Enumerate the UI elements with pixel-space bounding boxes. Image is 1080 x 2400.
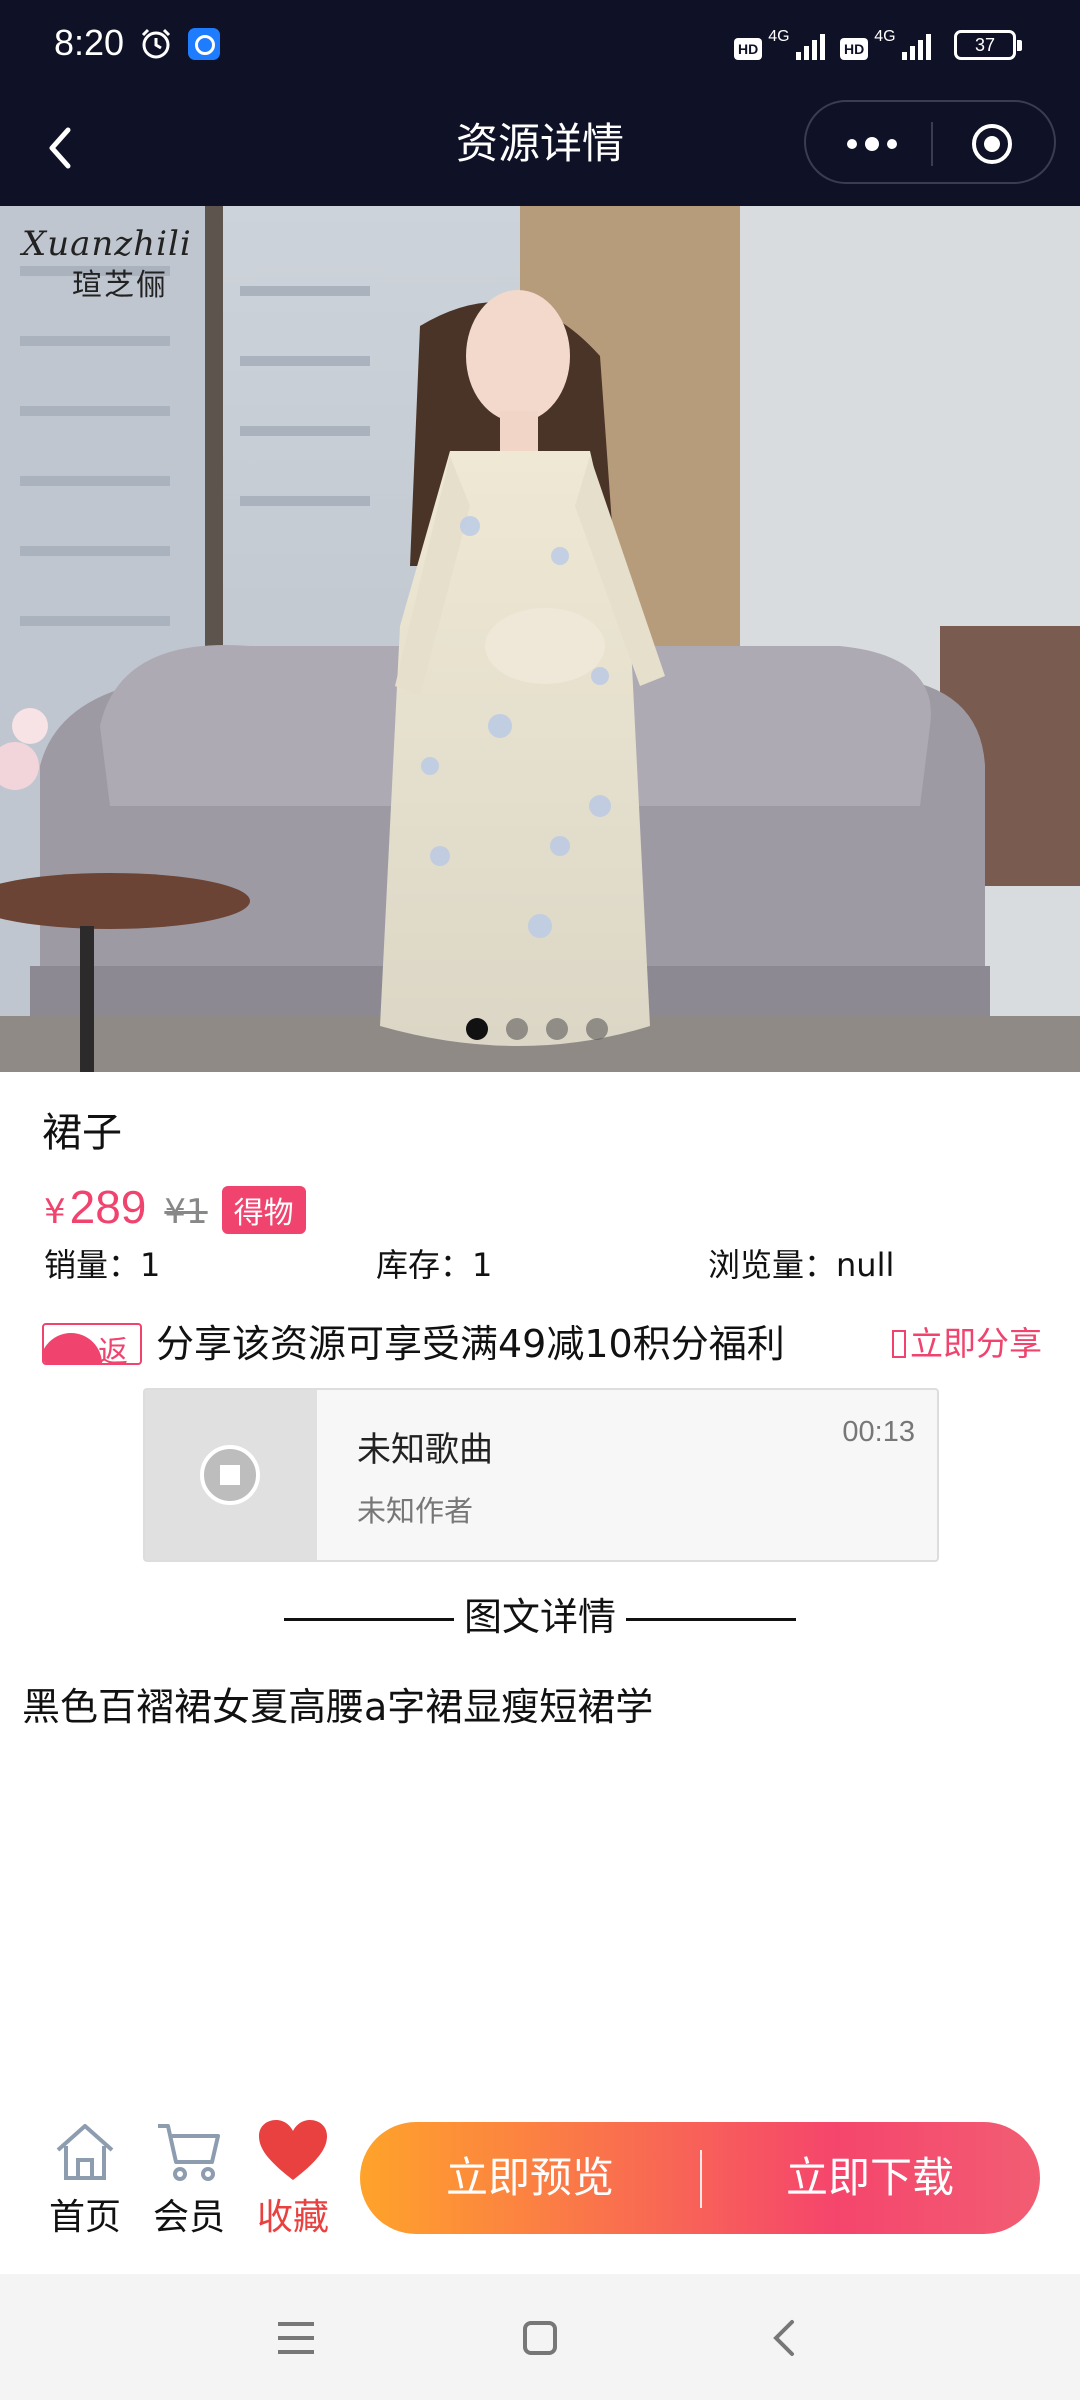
stop-icon[interactable] [200,1445,260,1505]
network-type: 4G [768,28,790,45]
menu-icon[interactable] [276,2320,316,2356]
rebate-badge-label: 返 [98,1335,128,1365]
signal-bars-icon [795,30,825,60]
heart-icon [259,2120,327,2180]
favorite-tab[interactable]: 收藏 [248,2118,338,2240]
hd-badge: HD [840,38,869,60]
brand-chinese-text: 瑄芝俪 [72,268,168,303]
divider [283,1618,454,1621]
close-miniprogram-icon[interactable] [970,122,1014,166]
home-square-icon[interactable] [522,2320,558,2356]
product-title: 裙子 [42,1110,122,1156]
hd-badge: HD [734,38,763,60]
alarm-icon [141,28,171,59]
bottom-action-bar: 首页 会员 收藏 立即预览 立即下载 [18,2102,1040,2274]
stock-count: 库存：1 [376,1246,493,1284]
home-label: 首页 [48,2197,121,2238]
back-triangle-icon[interactable] [768,2318,798,2358]
detail-heading-text: 图文详情 [463,1595,616,1639]
home-icon [56,2124,114,2180]
carousel-dot[interactable] [506,1018,528,1040]
price: 289 [69,1181,147,1233]
home-tab[interactable]: 首页 [40,2118,130,2240]
carousel-indicator [466,1018,608,1040]
audio-cover [145,1390,317,1560]
brand-script-text: Xuanzhili [22,224,192,264]
share-icon [892,1330,906,1358]
battery-icon: 37 [954,30,1022,60]
system-nav-bar [0,2274,1080,2400]
app-notification-icon [188,28,220,60]
carousel-dot[interactable] [586,1018,608,1040]
song-duration: 00:13 [842,1416,915,1448]
status-time: 8:20 [54,22,125,63]
detail-section-heading: 图文详情 [0,1592,1080,1642]
song-title: 未知歌曲 [357,1430,493,1470]
cart-icon [158,2124,220,2181]
source-tag: 得物 [221,1186,306,1234]
audio-player: 未知歌曲 未知作者 00:13 [143,1388,939,1562]
song-author: 未知作者 [357,1494,474,1528]
share-promo-text: 分享该资源可享受满49减10积分福利 [156,1322,785,1366]
cta-button-group: 立即预览 立即下载 [360,2122,1040,2234]
status-bar: 8:20 HD 4G HD 4G 37 [0,0,1080,92]
signal-sim2: HD 4G [840,28,931,60]
nav-bar: 资源详情 [0,92,1080,206]
product-image-carousel[interactable]: Xuanzhili 瑄芝俪 [0,206,1080,1072]
network-type: 4G [874,28,896,45]
top-bar: 8:20 HD 4G HD 4G 37 资源详情 [0,0,1080,206]
member-tab[interactable]: 会员 [144,2118,234,2240]
share-now-label: 立即分享 [910,1324,1042,1363]
signal-sim1: HD 4G [734,28,825,60]
sales-count: 销量：1 [44,1246,161,1284]
product-description: 黑色百褶裙女夏高腰a字裙显瘦短裙学 [22,1685,654,1729]
currency-symbol: ¥ [44,1192,66,1232]
product-photo [0,206,1080,1072]
price-row: ¥ 289 ¥1 得物 [44,1180,306,1240]
view-count: 浏览量：null [708,1246,895,1284]
carousel-dot[interactable] [546,1018,568,1040]
divider [626,1618,796,1621]
member-label: 会员 [152,2197,225,2238]
rebate-badge: 返 [42,1323,142,1365]
share-promo: 返 分享该资源可享受满49减10积分福利 立即分享 [42,1318,1042,1370]
signal-bars-icon [901,30,931,60]
download-button[interactable]: 立即下载 [700,2122,1040,2234]
share-now-button[interactable]: 立即分享 [892,1322,1042,1366]
favorite-label: 收藏 [256,2197,329,2238]
brand-watermark: Xuanzhili 瑄芝俪 [22,224,192,304]
mini-program-capsule [804,100,1056,184]
original-price: ¥1 [164,1192,208,1232]
carousel-dot[interactable] [466,1018,488,1040]
more-icon[interactable] [842,130,902,158]
capsule-divider [931,122,933,166]
preview-button[interactable]: 立即预览 [360,2122,700,2234]
